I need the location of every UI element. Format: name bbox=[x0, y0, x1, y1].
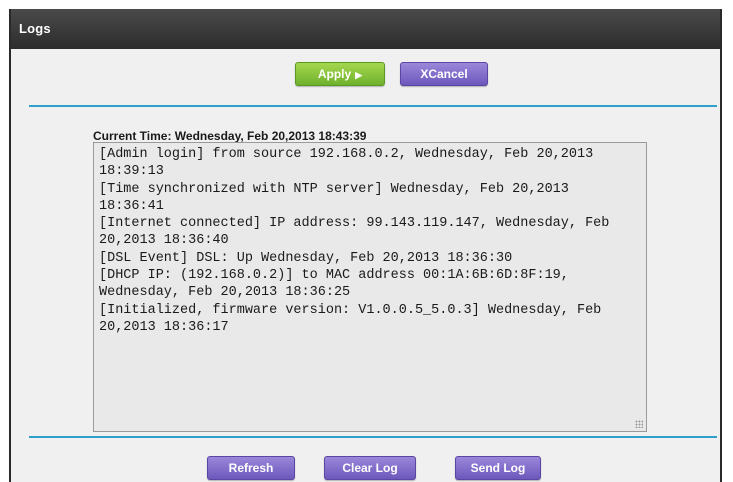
log-entry: [Time synchronized with NTP server] Wedn… bbox=[99, 181, 577, 214]
apply-label: Apply bbox=[317, 67, 352, 81]
log-entry: [Admin login] from source 192.168.0.2, W… bbox=[99, 147, 602, 180]
apply-button[interactable]: Apply ▶ bbox=[295, 62, 385, 86]
clear-log-button[interactable]: Clear Log bbox=[324, 456, 416, 480]
refresh-button[interactable]: Refresh bbox=[207, 456, 295, 480]
log-textarea[interactable]: [Admin login] from source 192.168.0.2, W… bbox=[93, 142, 647, 432]
page-title: Logs bbox=[11, 9, 720, 49]
send-log-button[interactable]: Send Log bbox=[455, 456, 541, 480]
divider-top bbox=[29, 105, 717, 107]
cancel-label: Cancel bbox=[428, 67, 468, 81]
resize-grip-icon[interactable] bbox=[635, 420, 643, 428]
play-arrow-icon: ▶ bbox=[355, 70, 363, 80]
logs-panel: Logs Apply ▶ XCancel Current Time: Wednes… bbox=[9, 9, 722, 482]
log-entry: [DHCP IP: (192.168.0.2)] to MAC address … bbox=[99, 268, 577, 301]
log-entry: [Internet connected] IP address: 99.143.… bbox=[99, 216, 618, 249]
cancel-button[interactable]: XCancel bbox=[400, 62, 488, 86]
log-entry: [Initialized, firmware version: V1.0.0.5… bbox=[99, 302, 610, 335]
current-time: Current Time: Wednesday, Feb 20,2013 18:… bbox=[93, 129, 367, 143]
divider-bottom bbox=[29, 436, 717, 438]
log-entry: [DSL Event] DSL: Up Wednesday, Feb 20,20… bbox=[99, 250, 513, 266]
